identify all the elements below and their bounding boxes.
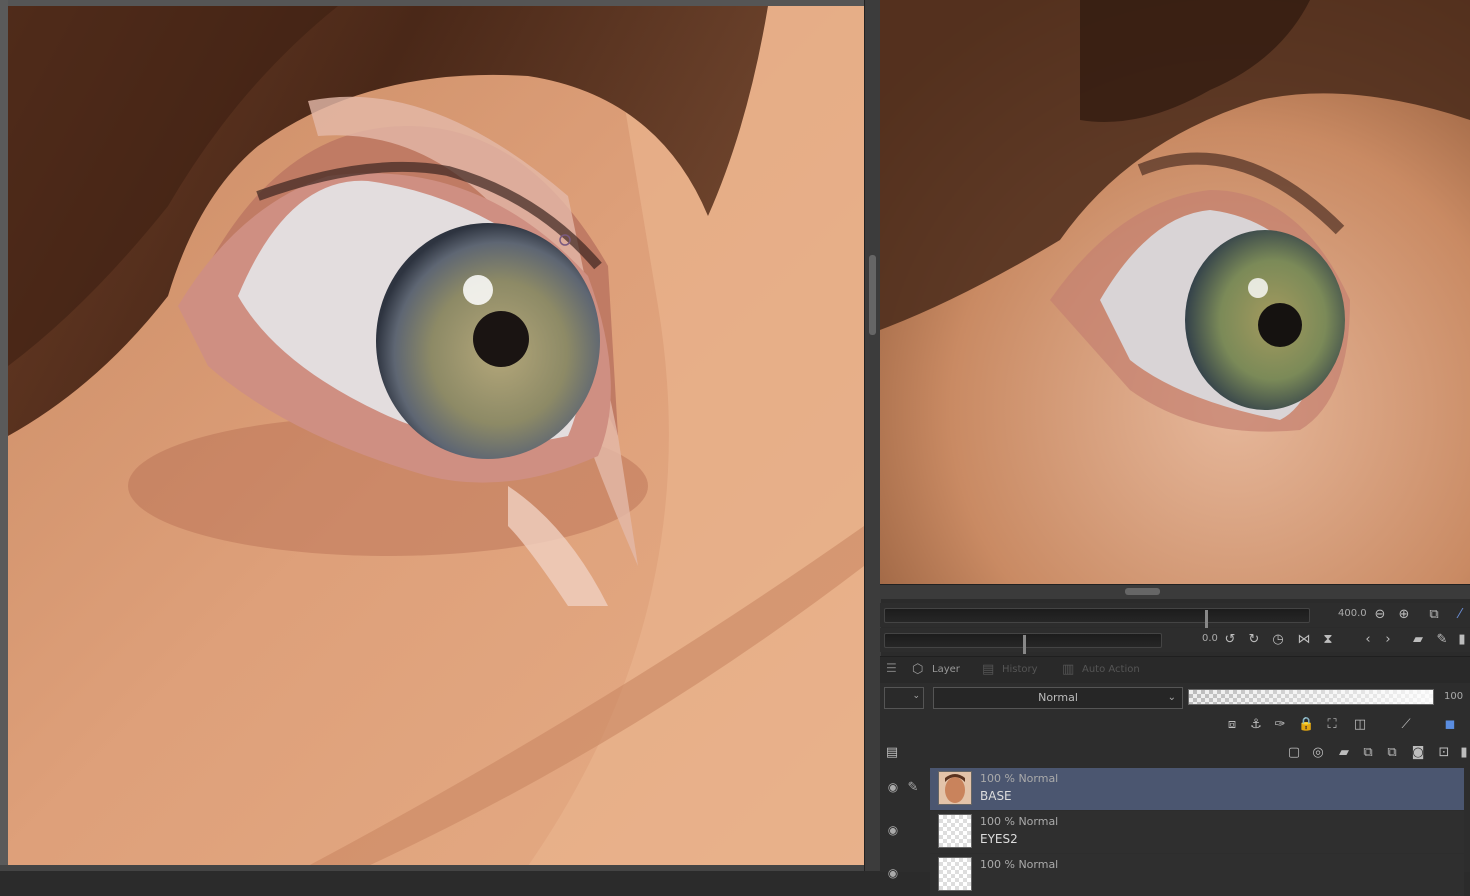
layer-mode: 100 % Normal <box>980 815 1059 828</box>
layer-icon: ⬡ <box>912 662 924 677</box>
zoom-in-icon[interactable]: ⊕ <box>1396 607 1412 623</box>
layer-row-body[interactable]: 100 % Normal EYES2 <box>930 811 1464 853</box>
rotate-slider[interactable] <box>884 633 1162 654</box>
canvas-vertical-scrollbar[interactable] <box>864 0 881 871</box>
tab-history-label: History <box>1002 664 1038 675</box>
tab-layer[interactable]: ⬡ Layer <box>910 660 960 680</box>
flip-horizontal-icon[interactable]: ⋈ <box>1296 632 1312 648</box>
opacity-value: 100 <box>1444 691 1464 702</box>
fit-view-icon[interactable]: ⧉ <box>1426 607 1442 623</box>
blend-mode-select[interactable]: Normal ⌄ <box>933 687 1183 709</box>
zoom-value: 400.0 <box>1338 608 1367 619</box>
zoom-row: 400.0 ⊖ ⊕ ⧉ ⁄ <box>880 603 1470 629</box>
eye-icon[interactable]: ◉ <box>884 780 902 798</box>
layer-row-3[interactable]: ◉ 100 % Normal <box>880 854 1470 896</box>
chevron-down-icon: ⌄ <box>912 691 920 701</box>
tab-auto-action[interactable]: ▥ Auto Action <box>1060 660 1140 680</box>
zoom-slider[interactable] <box>884 608 1310 629</box>
panel-menu-icon[interactable]: ☰ <box>886 661 897 675</box>
draft-layer-icon[interactable]: ✑ <box>1272 717 1288 733</box>
layer-thumbnail <box>938 814 972 848</box>
new-folder-icon[interactable]: ▰ <box>1336 745 1352 761</box>
layer-row-eyes2[interactable]: ◉ 100 % Normal EYES2 <box>880 811 1470 853</box>
open-folder-icon[interactable]: ▰ <box>1410 632 1426 648</box>
tab-auto-action-label: Auto Action <box>1082 664 1140 675</box>
history-icon: ▤ <box>982 662 995 677</box>
rotate-value: 0.0 <box>1202 633 1218 644</box>
reference-photo <box>880 0 1470 584</box>
flip-vertical-icon[interactable]: ⧗ <box>1320 632 1336 648</box>
navigator-options-icon[interactable]: ⁄ <box>1452 607 1468 623</box>
layer-action-icons: ▤ ▢ ◎ ▰ ⧉ ⧉ ◙ ⊡ ▮ <box>880 741 1470 767</box>
left-ruler <box>0 0 8 871</box>
new-raster-layer-icon[interactable]: ▢ <box>1286 745 1302 761</box>
rotate-slider-knob[interactable] <box>1023 635 1026 654</box>
layer-name: EYES2 <box>980 832 1018 846</box>
layer-thumbnail <box>938 771 972 805</box>
merge-layer-icon[interactable]: ⧉ <box>1384 745 1400 761</box>
apply-mask-icon[interactable]: ⊡ <box>1436 745 1452 761</box>
next-icon[interactable]: › <box>1380 632 1396 648</box>
zoom-slider-knob[interactable] <box>1205 610 1208 629</box>
layer-name: BASE <box>980 789 1012 803</box>
tab-layer-label: Layer <box>932 664 960 675</box>
rotate-right-icon[interactable]: ↻ <box>1246 632 1262 648</box>
new-vector-layer-icon[interactable]: ◎ <box>1310 745 1326 761</box>
layer-panel-toggle-icon[interactable]: ▤ <box>884 745 900 761</box>
navigator-horizontal-scrollbar[interactable] <box>880 584 1470 599</box>
layer-row-body[interactable]: 100 % Normal <box>930 854 1464 896</box>
zoom-out-icon[interactable]: ⊖ <box>1372 607 1388 623</box>
navigator-preview[interactable] <box>880 0 1470 584</box>
lock-icon[interactable]: 🔒 <box>1298 717 1314 733</box>
main-canvas[interactable] <box>0 0 866 871</box>
delete-layer-icon[interactable]: ▮ <box>1456 745 1470 761</box>
layer-row-base[interactable]: ◉ ✎ 100 % Normal BASE <box>880 768 1470 810</box>
layer-color-icon[interactable]: ◼ <box>1442 717 1458 733</box>
opacity-slider[interactable] <box>1188 689 1434 705</box>
auto-action-icon: ▥ <box>1062 662 1075 677</box>
edit-icon[interactable]: ✎ <box>1434 632 1450 648</box>
rotate-row: 0.0 ↺ ↻ ◷ ⋈ ⧗ ‹ › ▰ ✎ ▮ <box>880 628 1470 654</box>
clip-layer-icon[interactable]: ⧈ <box>1224 717 1240 733</box>
reference-layer-icon[interactable]: ⚓ <box>1248 717 1264 733</box>
canvas-status-strip <box>0 865 866 871</box>
lock-transparent-icon[interactable]: ⛶ <box>1324 717 1340 733</box>
layer-mask-icon[interactable]: ◙ <box>1410 745 1426 761</box>
blend-mode-value: Normal <box>1038 691 1078 704</box>
canvas-scroll-thumb[interactable] <box>869 255 876 335</box>
previous-icon[interactable]: ‹ <box>1360 632 1376 648</box>
panel-tab-bar: ☰ ⬡ Layer ▤ History ▥ Auto Action <box>880 657 1470 683</box>
layer-property-icons: ⧈ ⚓ ✑ 🔒 ⛶ ◫ ⟋ ◼ <box>880 713 1470 739</box>
layer-row-body[interactable]: 100 % Normal BASE <box>930 768 1464 810</box>
copy-layer-icon[interactable]: ⧉ <box>1360 745 1376 761</box>
tab-history[interactable]: ▤ History <box>980 660 1038 680</box>
layer-mode: 100 % Normal <box>980 772 1059 785</box>
chevron-down-icon: ⌄ <box>1167 692 1176 703</box>
rotate-left-icon[interactable]: ↺ <box>1222 632 1238 648</box>
ruler-icon[interactable]: ⟋ <box>1398 717 1414 733</box>
navigator-scroll-thumb[interactable] <box>1125 588 1160 595</box>
eye-icon[interactable]: ◉ <box>884 823 902 841</box>
layer-list: ◉ ✎ 100 % Normal BASE ◉ 100 % Normal EYE… <box>880 768 1470 896</box>
mask-icon[interactable]: ◫ <box>1352 717 1368 733</box>
painting-eye-illustration[interactable] <box>8 6 864 866</box>
layer-thumbnail <box>938 857 972 891</box>
layer-mode: 100 % Normal <box>980 858 1059 871</box>
layer-color-box[interactable]: ⌄ <box>884 687 924 709</box>
pen-icon[interactable]: ✎ <box>904 780 922 798</box>
layer-panel: ☰ ⬡ Layer ▤ History ▥ Auto Action ⌄ Norm… <box>880 656 1470 896</box>
trash-icon[interactable]: ▮ <box>1454 632 1470 648</box>
reset-rotation-icon[interactable]: ◷ <box>1270 632 1286 648</box>
eye-icon[interactable]: ◉ <box>884 866 902 884</box>
blend-row: ⌄ Normal ⌄ 100 <box>880 685 1470 711</box>
